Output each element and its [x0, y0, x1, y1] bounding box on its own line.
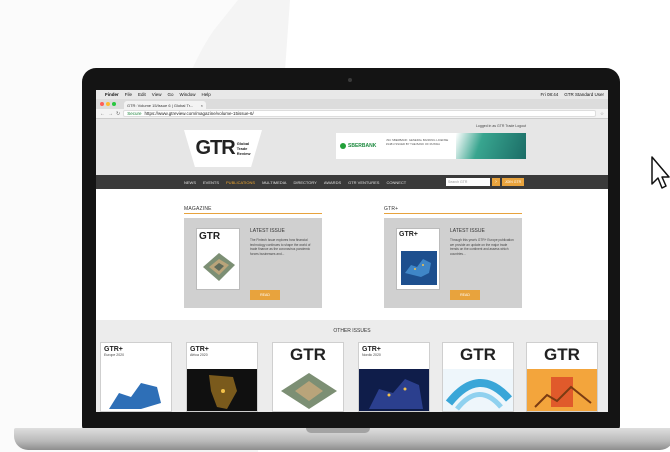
- blue-ribbon-thumb-art: [443, 369, 513, 411]
- browser-tab[interactable]: GTR: Volume 15/Issue 6 | Global Tr... ×: [124, 101, 206, 109]
- issue-thumb-1-title: GTR+: [104, 346, 123, 353]
- other-issues-heading: OTHER ISSUES: [333, 328, 371, 334]
- mouse-cursor-icon: [651, 156, 670, 189]
- bookmark-star-icon[interactable]: ☆: [600, 111, 604, 117]
- site-nav: NEWS EVENTS PUBLICATIONS MULTIMEDIA DIRE…: [96, 175, 608, 189]
- issue-thumb-2-title: GTR+: [190, 346, 209, 353]
- issue-thumb-2-sub: Africa 2020: [190, 353, 208, 357]
- issue-thumb-6-title: GTR: [544, 345, 580, 364]
- logo-subtitle: Global Trade Review: [237, 141, 251, 156]
- menubar-user[interactable]: GTR Standard User: [564, 92, 604, 97]
- magazine-latest-card: GTR LATEST ISSUE The Fintech Issue explo…: [184, 218, 322, 308]
- gtrplus-card-title: LATEST ISSUE: [450, 228, 485, 234]
- orange-illustration-thumb-art: [527, 369, 597, 411]
- webcam-icon: [348, 78, 352, 82]
- banner-map-graphic: [456, 133, 526, 159]
- reload-icon[interactable]: ↻: [116, 111, 120, 117]
- issue-thumb-1-sub: Europe 2020: [104, 353, 125, 357]
- back-icon[interactable]: ←: [100, 111, 105, 117]
- nav-awards[interactable]: AWARDS: [324, 180, 341, 185]
- magazine-cover-title: GTR: [199, 231, 221, 242]
- nav-gtr-ventures[interactable]: GTR VENTURES: [348, 180, 379, 185]
- gtrplus-cover-title: GTR+: [399, 231, 418, 238]
- laptop-notch: [306, 428, 370, 433]
- issue-thumb-6[interactable]: GTR: [526, 342, 598, 412]
- other-issues-section: OTHER ISSUES GTR+ Europe 2020 GTR+ Afric…: [96, 320, 608, 412]
- nav-directory[interactable]: DIRECTORY: [293, 180, 316, 185]
- menu-finder[interactable]: Finder: [105, 92, 119, 97]
- issue-thumb-4[interactable]: GTR+ Nordic 2020: [358, 342, 430, 412]
- issue-thumb-5-title: GTR: [460, 345, 496, 364]
- site-header: Logged in as GTR Trade Logout GTR Global…: [96, 119, 608, 175]
- mac-menubar: Finder File Edit View Go Window Help Fri…: [96, 90, 608, 99]
- gtrplus-rule: [384, 213, 522, 214]
- menu-file[interactable]: File: [125, 92, 132, 97]
- sberbank-mark-icon: [340, 143, 346, 149]
- url-text[interactable]: https://www.gtreview.com/magazine/volume…: [144, 111, 253, 116]
- issue-thumb-3[interactable]: GTR: [272, 342, 344, 412]
- microchip-thumb-art: [273, 369, 343, 411]
- menu-window[interactable]: Window: [180, 92, 196, 97]
- address-bar[interactable]: Secure https://www.gtreview.com/magazine…: [123, 110, 596, 117]
- nav-multimedia[interactable]: MULTIMEDIA: [262, 180, 286, 185]
- issue-thumb-1[interactable]: GTR+ Europe 2020: [100, 342, 172, 412]
- search-icon[interactable]: ›: [492, 178, 500, 186]
- gtrplus-description: Through this year's GTR+ Europe publicat…: [450, 238, 514, 256]
- banner-logo-text: SBERBANK: [348, 143, 377, 149]
- magazine-rule: [184, 213, 322, 214]
- browser-tab-strip: GTR: Volume 15/Issue 6 | Global Tr... ×: [96, 99, 608, 109]
- menubar-clock[interactable]: Fri 08:44: [540, 92, 558, 97]
- nav-connect[interactable]: CONNECT: [386, 180, 406, 185]
- close-window-icon[interactable]: [100, 102, 104, 106]
- gtr-logo[interactable]: GTR Global Trade Review: [184, 130, 262, 167]
- nordic-map-thumb-art: [359, 369, 429, 411]
- window-controls: [100, 99, 118, 109]
- gtrplus-latest-card: GTR+ LATEST ISSUE Through this year's GT…: [384, 218, 522, 308]
- issue-thumb-3-title: GTR: [290, 345, 326, 364]
- login-status[interactable]: Logged in as GTR Trade Logout: [476, 124, 526, 128]
- europe-map-thumb-art: [101, 369, 171, 411]
- tab-close-icon[interactable]: ×: [201, 103, 203, 108]
- forward-icon[interactable]: →: [108, 111, 113, 117]
- nav-publications[interactable]: PUBLICATIONS: [226, 180, 255, 185]
- menu-view[interactable]: View: [152, 92, 162, 97]
- magazine-heading: MAGAZINE: [184, 206, 212, 212]
- join-gtr-button[interactable]: JOIN GTR: [502, 178, 524, 186]
- issue-thumb-4-sub: Nordic 2020: [362, 353, 381, 357]
- menu-go[interactable]: Go: [167, 92, 173, 97]
- site-search-input[interactable]: Search GTR: [446, 178, 490, 186]
- maximize-window-icon[interactable]: [112, 102, 116, 106]
- europe-map-cover-art: [401, 251, 437, 285]
- magazine-card-title: LATEST ISSUE: [250, 228, 285, 234]
- banner-text: JSC SBERBANK: GENERAL BANKING LICENSE #1…: [386, 138, 449, 146]
- magazine-read-button[interactable]: READ: [250, 290, 280, 300]
- nav-events[interactable]: EVENTS: [203, 180, 219, 185]
- nav-news[interactable]: NEWS: [184, 180, 196, 185]
- browser-tab-title: GTR: Volume 15/Issue 6 | Global Tr...: [127, 102, 194, 108]
- menu-help[interactable]: Help: [202, 92, 211, 97]
- issue-thumb-2[interactable]: GTR+ Africa 2020: [186, 342, 258, 412]
- laptop-screen: Finder File Edit View Go Window Help Fri…: [96, 90, 608, 412]
- microchip-cover-art: [203, 253, 235, 281]
- issue-thumb-5[interactable]: GTR: [442, 342, 514, 412]
- magazine-description: The Fintech Issue explores how financial…: [250, 238, 311, 256]
- issue-thumb-4-title: GTR+: [362, 346, 381, 353]
- logo-text: GTR: [195, 137, 235, 159]
- gtrplus-cover[interactable]: GTR+: [396, 228, 440, 290]
- africa-map-thumb-art: [187, 369, 257, 411]
- gtrplus-heading: GTR+: [384, 206, 399, 212]
- sberbank-banner-ad[interactable]: SBERBANK JSC SBERBANK: GENERAL BANKING L…: [336, 133, 526, 159]
- logo-sub-3: Review: [236, 151, 251, 156]
- magazine-cover[interactable]: GTR: [196, 228, 240, 290]
- menu-edit[interactable]: Edit: [138, 92, 146, 97]
- sberbank-logo: SBERBANK: [336, 133, 386, 159]
- browser-toolbar: ← → ↻ Secure https://www.gtreview.com/ma…: [96, 109, 608, 119]
- minimize-window-icon[interactable]: [106, 102, 110, 106]
- gtrplus-read-button[interactable]: READ: [450, 290, 480, 300]
- secure-label: Secure: [127, 111, 142, 116]
